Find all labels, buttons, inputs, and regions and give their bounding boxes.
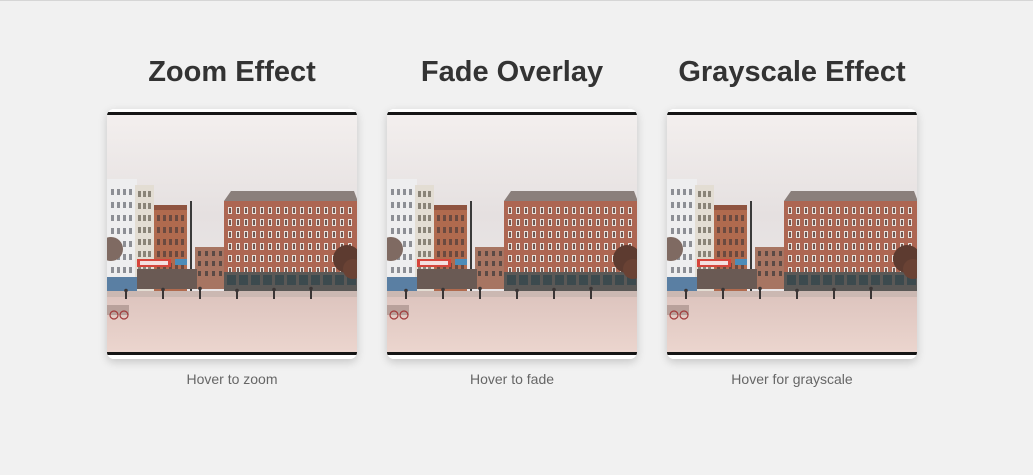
- card-title: Zoom Effect: [148, 56, 316, 88]
- card-caption: Hover to zoom: [186, 371, 278, 387]
- card-title: Grayscale Effect: [678, 56, 906, 88]
- card-grayscale-effect: Grayscale Effect Hover for grayscale: [667, 52, 917, 387]
- card-caption: Hover to fade: [469, 371, 555, 387]
- card-fade-overlay: Fade Overlay Hover to fade: [387, 52, 637, 387]
- zoom-image[interactable]: [107, 109, 357, 359]
- card-title: Fade Overlay: [420, 56, 604, 88]
- grayscale-image[interactable]: [667, 109, 917, 359]
- fade-image[interactable]: [387, 109, 637, 359]
- card-zoom-effect: Zoom Effect Hover to zoom: [107, 52, 357, 387]
- card-caption: Hover for grayscale: [731, 371, 853, 387]
- effects-gallery: Zoom Effect Hover to zoom Fade Overlay H…: [0, 0, 1033, 475]
